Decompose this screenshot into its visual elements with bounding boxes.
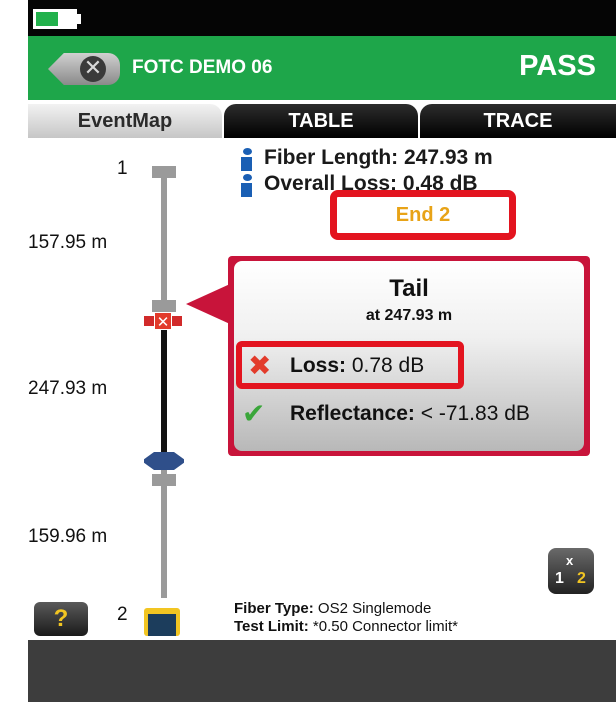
loss-label: Loss: bbox=[290, 354, 347, 377]
event-map: ✕ 1 2 157.95 m 247.93 m 159.96 m Fiber L… bbox=[28, 138, 616, 640]
fail-event-marker[interactable]: ✕ bbox=[144, 312, 182, 332]
loss-value: 0.78 dB bbox=[346, 354, 425, 377]
fiber-type-value: OS2 Singlemode bbox=[313, 600, 432, 617]
node-end-number: 2 bbox=[117, 604, 128, 625]
test-limit-row: Test Limit: *0.50 Connector limit* bbox=[234, 618, 458, 636]
test-limit-label: Test Limit: bbox=[234, 618, 309, 635]
fiber-segment-2[interactable] bbox=[161, 310, 167, 460]
loss-text: Loss: 0.78 dB bbox=[290, 354, 424, 378]
battery-tip bbox=[77, 14, 81, 24]
tab-table[interactable]: TABLE bbox=[224, 104, 418, 138]
device-screen: ✕ FOTC DEMO 06 PASS EventMap TABLE TRACE… bbox=[28, 0, 616, 702]
test-title: FOTC DEMO 06 bbox=[132, 57, 273, 78]
popup-pointer bbox=[186, 284, 230, 324]
segment-distance-1: 157.95 m bbox=[28, 232, 108, 253]
tab-trace[interactable]: TRACE bbox=[420, 104, 616, 138]
segment-distance-3: 159.96 m bbox=[28, 526, 108, 547]
fiber-type-label: Fiber Type: bbox=[234, 600, 314, 617]
fiber-meta: Fiber Type: OS2 Singlemode Test Limit: *… bbox=[234, 600, 458, 636]
close-icon: ✕ bbox=[80, 56, 106, 82]
fiber-segment-1[interactable] bbox=[161, 174, 167, 300]
event-popup[interactable]: Tail at 247.93 m ✖ Loss: 0.78 dB ✔ Refle… bbox=[228, 256, 590, 456]
segment-distance-2: 247.93 m bbox=[28, 378, 108, 399]
fail-x-icon: ✖ bbox=[248, 349, 272, 382]
test-limit-value: *0.50 Connector limit* bbox=[308, 618, 458, 635]
swap-end-1: 1 bbox=[555, 570, 564, 587]
end-connector-icon[interactable] bbox=[144, 608, 180, 636]
back-close-button[interactable]: ✕ bbox=[48, 53, 120, 85]
node-start-number: 1 bbox=[117, 158, 128, 179]
tab-bar: EventMap TABLE TRACE bbox=[28, 100, 616, 138]
battery-level bbox=[36, 12, 58, 26]
pass-check-icon: ✔ bbox=[242, 397, 266, 430]
bottom-bar bbox=[28, 640, 616, 702]
end-connector-inner bbox=[148, 614, 176, 636]
connector-event-3[interactable] bbox=[152, 474, 176, 486]
reflectance-text: Reflectance: < -71.83 dB bbox=[290, 402, 530, 426]
test-result: PASS bbox=[519, 50, 596, 82]
fiber-type-row: Fiber Type: OS2 Singlemode bbox=[234, 600, 458, 618]
connector-event-2[interactable] bbox=[144, 452, 184, 470]
event-title: Tail bbox=[389, 275, 429, 302]
help-button[interactable]: ? bbox=[34, 602, 88, 636]
connector-event-1[interactable] bbox=[152, 300, 176, 312]
fail-marker-x-icon: ✕ bbox=[154, 312, 172, 331]
info-icon[interactable] bbox=[240, 148, 254, 171]
swap-arrows-icon: x bbox=[566, 553, 574, 568]
event-popup-body: Tail at 247.93 m ✖ Loss: 0.78 dB ✔ Refle… bbox=[234, 261, 584, 451]
battery-icon bbox=[33, 9, 77, 29]
status-bar bbox=[28, 0, 616, 36]
fiber-segment-3[interactable] bbox=[161, 470, 167, 598]
tab-eventmap[interactable]: EventMap bbox=[28, 104, 222, 138]
reflectance-value: < -71.83 dB bbox=[414, 402, 530, 425]
fiber-length-text: Fiber Length: 247.93 m bbox=[264, 146, 493, 169]
info-icon[interactable] bbox=[240, 174, 254, 197]
swap-end-2: 2 bbox=[577, 570, 586, 587]
reflectance-label: Reflectance: bbox=[290, 402, 415, 425]
event-location: at 247.93 m bbox=[365, 307, 453, 324]
loss-highlight: ✖ Loss: 0.78 dB bbox=[236, 341, 464, 389]
header-bar: ✕ FOTC DEMO 06 PASS bbox=[28, 36, 616, 100]
swap-ends-button[interactable]: x 1 2 bbox=[548, 548, 594, 594]
end-label-highlight[interactable]: End 2 bbox=[330, 190, 516, 240]
connector-start[interactable] bbox=[152, 166, 176, 178]
